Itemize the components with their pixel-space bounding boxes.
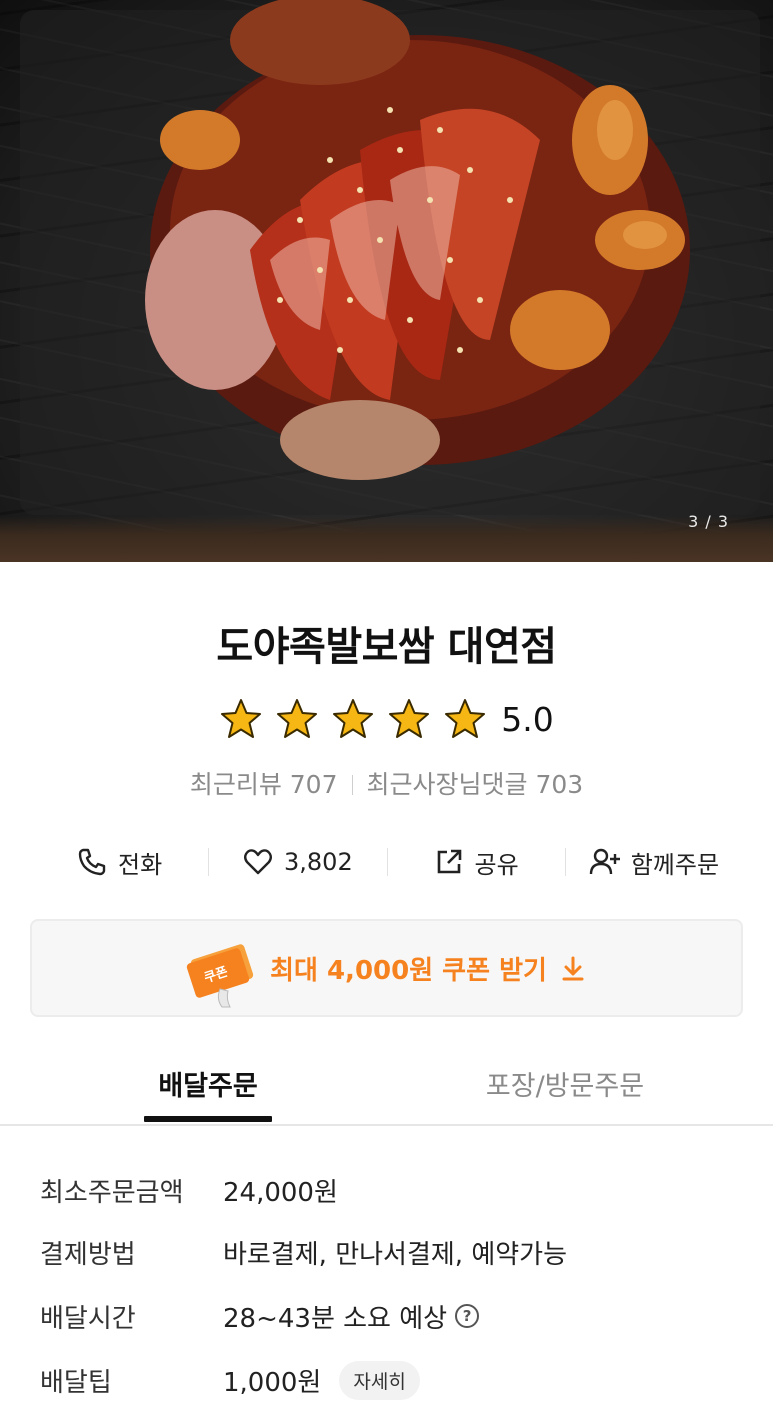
photo-counter: 3 / 3 [688, 512, 729, 531]
share-label: 공유 [474, 850, 519, 879]
star-icon [333, 699, 374, 738]
min-order-row: 최소주문금액 24,000원 [40, 1168, 740, 1212]
rating-score: 5.0 [501, 699, 554, 739]
coupon-ticket-icon: 쿠폰 [186, 944, 254, 1008]
heart-icon [244, 849, 273, 875]
jokbal-photo [20, 0, 760, 515]
like-count: 3,802 [284, 848, 353, 876]
wood-table-edge [0, 516, 773, 562]
delivery-tip-row: 배달팁 1,000원 자세히 [40, 1358, 740, 1402]
store-rating: 5.0 [0, 696, 773, 742]
call-label: 전화 [118, 850, 163, 879]
min-order-value: 24,000원 [223, 1177, 338, 1208]
delivery-time-label: 배달시간 [40, 1303, 136, 1334]
payment-value: 바로결제, 만나서결제, 예약가능 [223, 1239, 568, 1270]
order-type-tabs: 배달주문 포장/방문주문 [0, 1048, 773, 1126]
owner-replies-link[interactable]: 최근사장님댓글 703 [367, 770, 584, 799]
star-icon [221, 699, 262, 738]
review-counts: 최근리뷰 707 최근사장님댓글 703 [0, 765, 773, 801]
coupon-label: 최대 4,000원 쿠폰 받기 [270, 955, 547, 986]
share-icon [437, 849, 461, 874]
download-arrow-icon [562, 956, 584, 981]
payment-label: 결제방법 [40, 1239, 136, 1270]
meta-divider [351, 775, 353, 795]
phone-icon [78, 848, 106, 876]
tab-pickup[interactable]: 포장/방문주문 [470, 1064, 660, 1103]
tip-detail-button[interactable]: 자세히 [339, 1360, 420, 1400]
store-actions: 전화 3,802 공유 함께주문 [30, 836, 743, 888]
min-order-label: 최소주문금액 [40, 1177, 184, 1208]
call-button[interactable]: 전화 [30, 836, 208, 888]
coupon-banner[interactable]: 쿠폰 최대 4,000원 쿠폰 받기 [30, 919, 743, 1017]
group-order-button[interactable]: 함께주문 [564, 836, 743, 888]
recent-reviews-link[interactable]: 최근리뷰 707 [190, 770, 338, 799]
active-tab-indicator [144, 1116, 272, 1122]
group-order-label: 함께주문 [630, 850, 720, 879]
delivery-time-row: 배달시간 28~43분 소요 예상 ? [40, 1294, 740, 1338]
delivery-tip-label: 배달팁 [40, 1367, 112, 1398]
like-button[interactable]: 3,802 [208, 836, 386, 888]
star-icon [389, 699, 430, 738]
payment-row: 결제방법 바로결제, 만나서결제, 예약가능 [40, 1230, 740, 1274]
star-icon [445, 699, 486, 738]
rating-stars [219, 697, 487, 741]
star-icon [277, 699, 318, 738]
add-person-icon [589, 848, 620, 875]
delivery-time-value: 28~43분 소요 예상 [223, 1303, 448, 1334]
store-photo-carousel[interactable]: 3 / 3 [0, 0, 773, 562]
tab-delivery[interactable]: 배달주문 [144, 1064, 272, 1103]
delivery-tip-value: 1,000원 [223, 1367, 322, 1398]
share-button[interactable]: 공유 [386, 836, 565, 888]
store-name: 도야족발보쌈 대연점 [216, 624, 557, 670]
help-icon[interactable]: ? [455, 1304, 480, 1328]
